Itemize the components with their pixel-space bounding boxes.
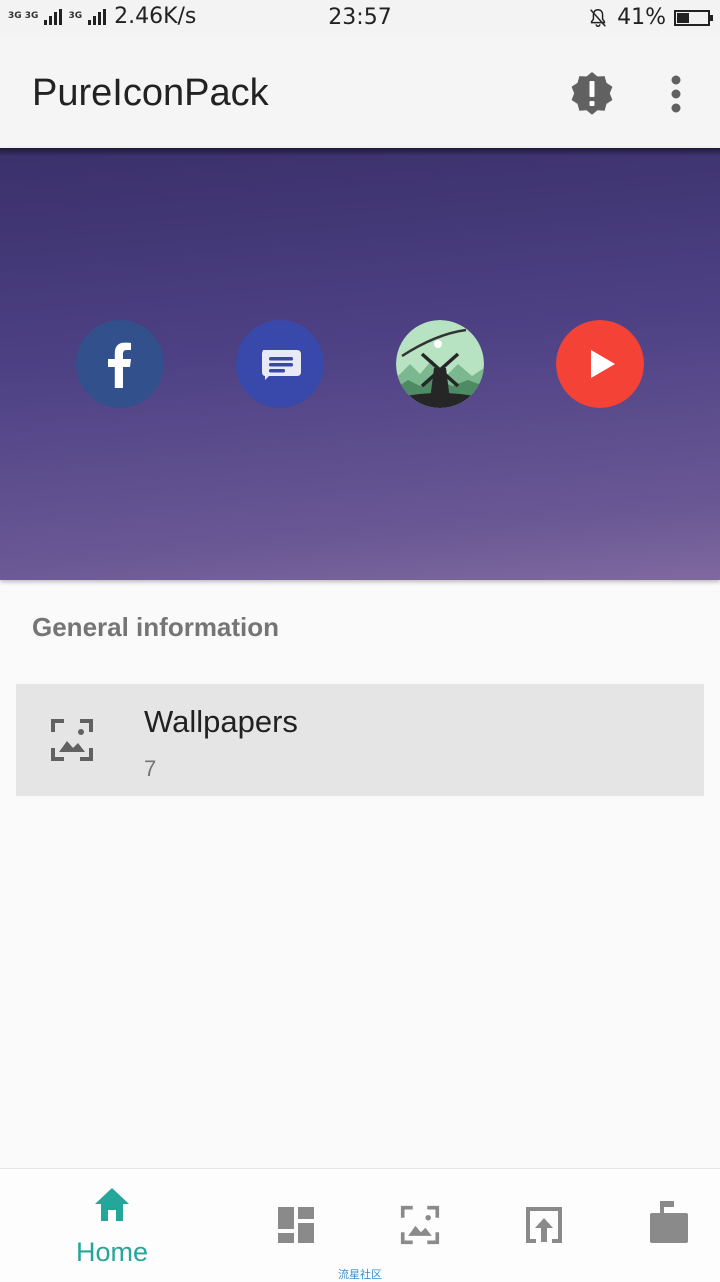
header-banner [0,148,720,580]
nav-request[interactable] [628,1169,708,1281]
wallpapers-card[interactable]: Wallpapers 7 [16,684,704,796]
youtube-icon[interactable] [556,320,644,408]
bottom-navigation: Home [0,1168,720,1281]
silent-bell-icon [590,8,606,27]
wallpaper-icon [400,1205,440,1245]
app-title: PureIconPack [32,72,269,114]
section-title: General information [32,612,280,642]
home-icon [95,1188,129,1221]
status-bar: 3G 3G 3G 2.46K/s 23:57 41% [0,0,720,36]
request-icon [650,1201,688,1243]
battery-icon [674,9,713,26]
wallpapers-count: 7 [144,756,157,781]
alto-game-icon[interactable] [396,320,484,408]
nav-dashboard[interactable] [256,1169,336,1281]
facebook-icon[interactable] [76,320,164,408]
alert-badge-icon[interactable] [568,70,616,118]
wallpaper-icon [51,719,93,761]
dashboard-icon [278,1207,314,1243]
status-icons: 41% [587,5,713,30]
nav-wallpapers[interactable] [380,1169,460,1281]
messages-icon[interactable] [236,320,324,408]
apply-icon [526,1207,562,1243]
more-vertical-icon[interactable] [660,70,692,118]
battery-percent: 41% [617,5,666,30]
nav-home-label: Home [75,1237,149,1267]
nav-home[interactable]: Home [56,1169,168,1281]
nav-apply[interactable] [504,1169,584,1281]
wallpapers-title: Wallpapers [144,704,298,739]
